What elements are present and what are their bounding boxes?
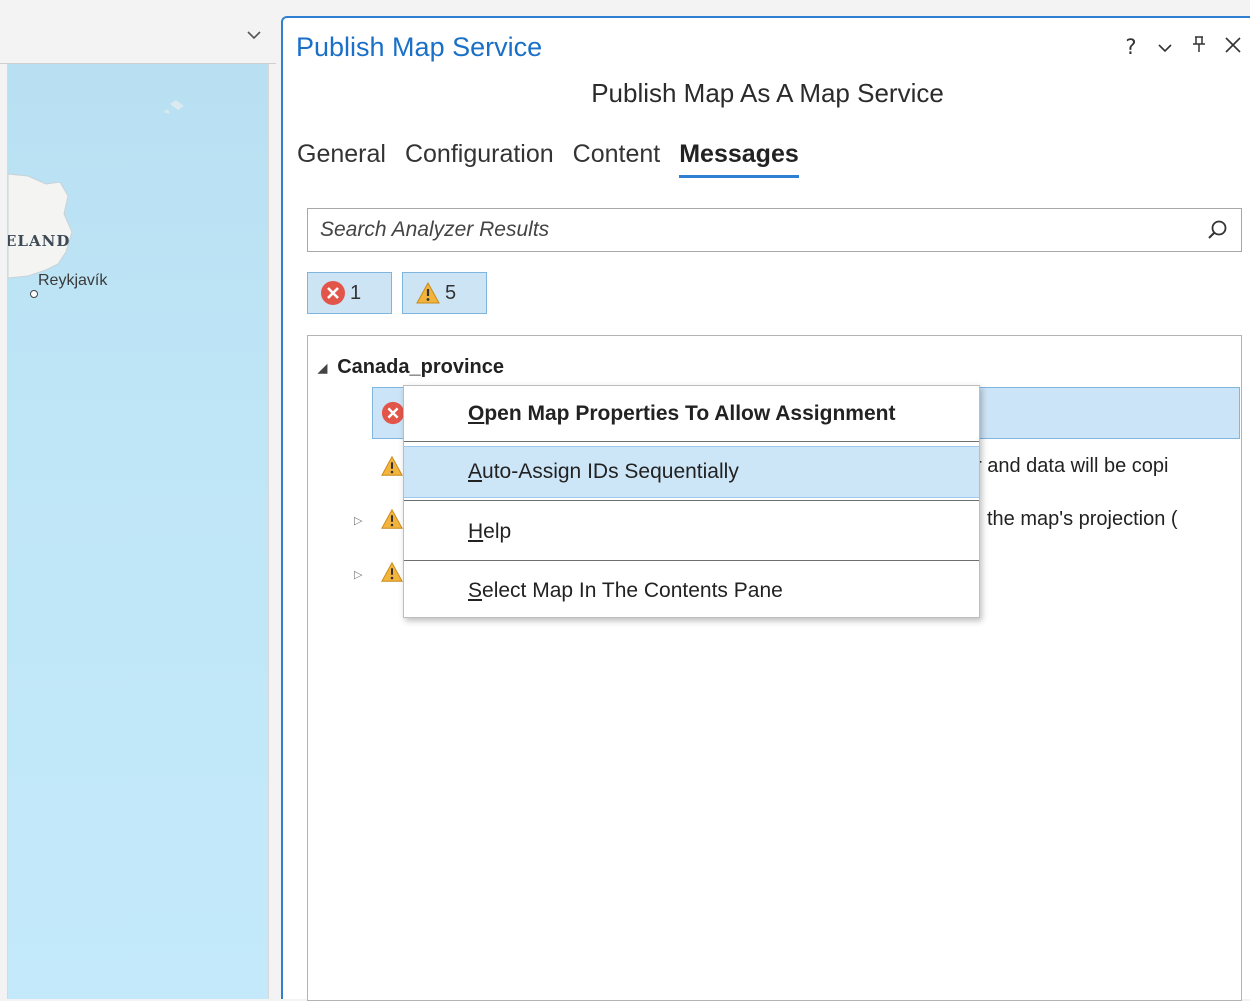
pane-title: Publish Map Service — [296, 32, 543, 62]
warning-1-text: r and data will be copi — [975, 455, 1169, 477]
tree-root-label: Canada_province — [337, 356, 504, 378]
expand-triangle-icon[interactable]: ▷ — [354, 568, 362, 581]
city-marker-icon — [30, 290, 38, 298]
city-label: Reykjavík — [38, 272, 108, 289]
map-tab-strip — [0, 0, 276, 64]
search-icon[interactable] — [1206, 218, 1230, 242]
menu-separator — [404, 560, 979, 561]
pane-window-controls: ? — [1119, 34, 1245, 59]
menu-item-select-map-in-contents[interactable]: Select Map In The Contents Pane — [404, 565, 979, 617]
expand-triangle-icon[interactable]: ▷ — [354, 514, 362, 527]
context-menu: Open Map Properties To Allow Assignment … — [403, 385, 980, 618]
tab-messages[interactable]: Messages — [679, 140, 799, 178]
search-input[interactable] — [318, 216, 1178, 244]
error-count: 1 — [350, 281, 362, 304]
map-canvas[interactable]: ELAND Reykjavík — [7, 64, 269, 999]
iceland-landmass — [8, 100, 184, 279]
map-view-panel: ELAND Reykjavík — [0, 0, 276, 999]
chevron-down-icon[interactable] — [246, 28, 262, 42]
warning-icon — [416, 281, 440, 304]
search-analyzer-results — [307, 208, 1242, 252]
menu-item-help[interactable]: Help — [404, 506, 979, 558]
warning-filter-button[interactable]: 5 — [402, 272, 487, 314]
warning-icon — [381, 561, 403, 582]
collapse-triangle-icon[interactable]: ◢ — [318, 361, 327, 375]
menu-separator — [404, 441, 979, 442]
message-filter-row: 1 5 — [307, 272, 487, 314]
menu-item-auto-assign-ids[interactable]: Auto-Assign IDs Sequentially — [404, 446, 979, 498]
error-icon — [321, 281, 345, 305]
tab-content[interactable]: Content — [573, 140, 661, 178]
error-icon — [381, 401, 405, 425]
warning-count: 5 — [445, 281, 457, 304]
error-filter-button[interactable]: 1 — [307, 272, 392, 314]
help-icon[interactable]: ? — [1119, 35, 1143, 59]
tab-general[interactable]: General — [297, 140, 386, 178]
pane-tabs: General Configuration Content Messages — [297, 140, 799, 178]
close-icon[interactable] — [1221, 35, 1245, 59]
tab-configuration[interactable]: Configuration — [405, 140, 554, 178]
warning-2-text: the map's projection ( — [987, 508, 1178, 530]
country-label: ELAND — [7, 232, 71, 250]
menu-separator — [404, 500, 979, 501]
pin-icon[interactable] — [1187, 34, 1211, 59]
menu-item-open-map-properties[interactable]: Open Map Properties To Allow Assignment — [404, 388, 979, 440]
pane-subtitle: Publish Map As A Map Service — [591, 78, 944, 108]
options-dropdown-icon[interactable] — [1153, 35, 1177, 59]
tree-root-item[interactable]: ◢ Canada_province — [318, 356, 504, 379]
warning-icon — [381, 455, 403, 476]
warning-icon — [381, 508, 403, 529]
